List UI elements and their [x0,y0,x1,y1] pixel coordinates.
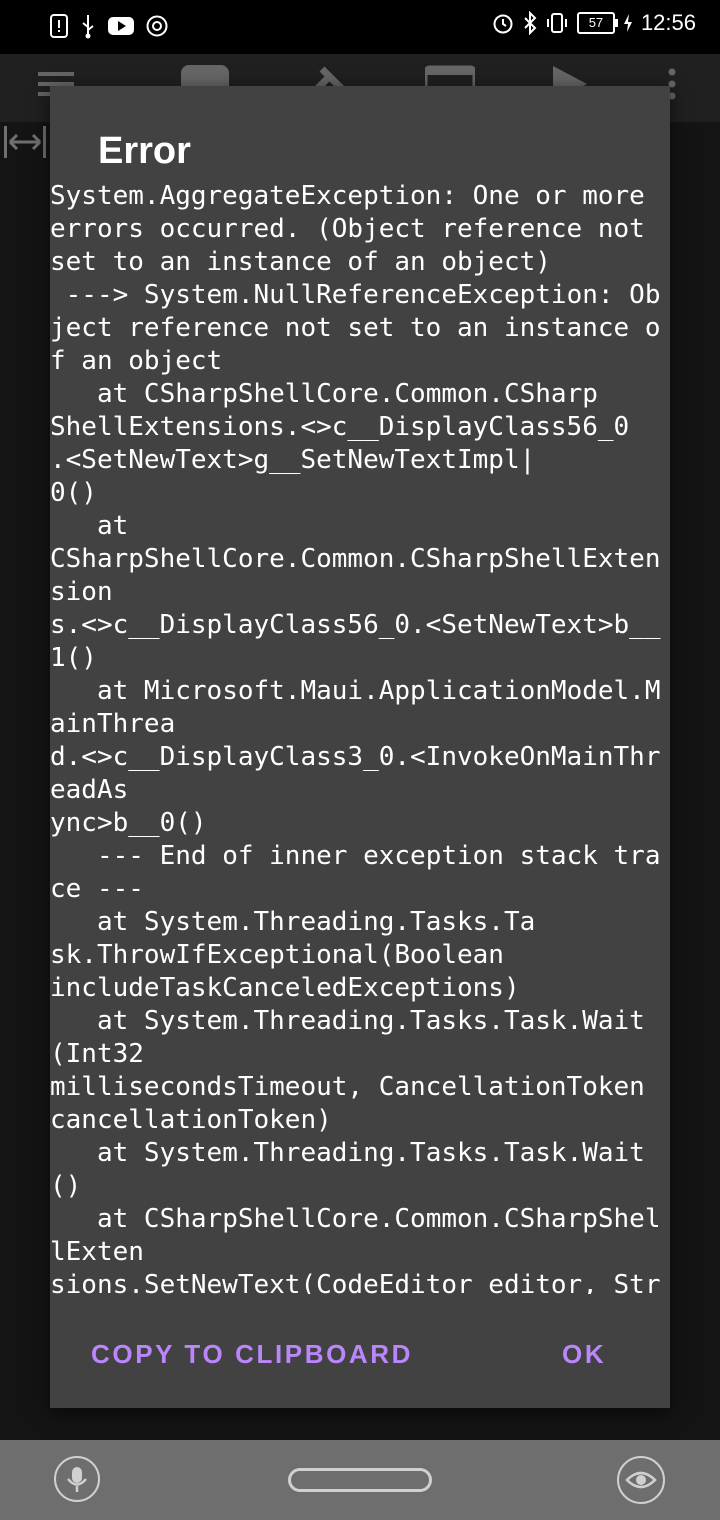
youtube-icon [108,17,134,35]
chrome-icon [146,15,168,37]
eye-icon[interactable] [617,1456,665,1504]
home-pill-button[interactable] [288,1468,432,1492]
battery-icon: 57 [576,12,618,34]
status-bar: 57 12:56 [0,0,720,54]
status-right-icons: 57 12:56 [491,10,696,36]
bluetooth-icon [524,11,537,35]
charging-icon [623,14,632,32]
status-left-icons [50,13,168,39]
error-message-text[interactable]: System.AggregateException: One or more e… [50,180,670,1294]
status-time: 12:56 [640,10,696,35]
panel-resize-handle-icon[interactable] [2,122,48,162]
error-dialog: Error System.AggregateException: One or … [50,86,670,1408]
usb-icon [82,15,94,39]
dialog-title: Error [98,130,191,172]
system-nav-bar [0,1440,720,1520]
alarm-icon [493,14,513,34]
notification-alert-icon [50,14,68,38]
ok-button[interactable]: OK [562,1332,606,1376]
copy-to-clipboard-button[interactable]: COPY TO CLIPBOARD [91,1332,413,1376]
microphone-icon[interactable] [54,1456,100,1502]
vibrate-icon [546,13,567,33]
